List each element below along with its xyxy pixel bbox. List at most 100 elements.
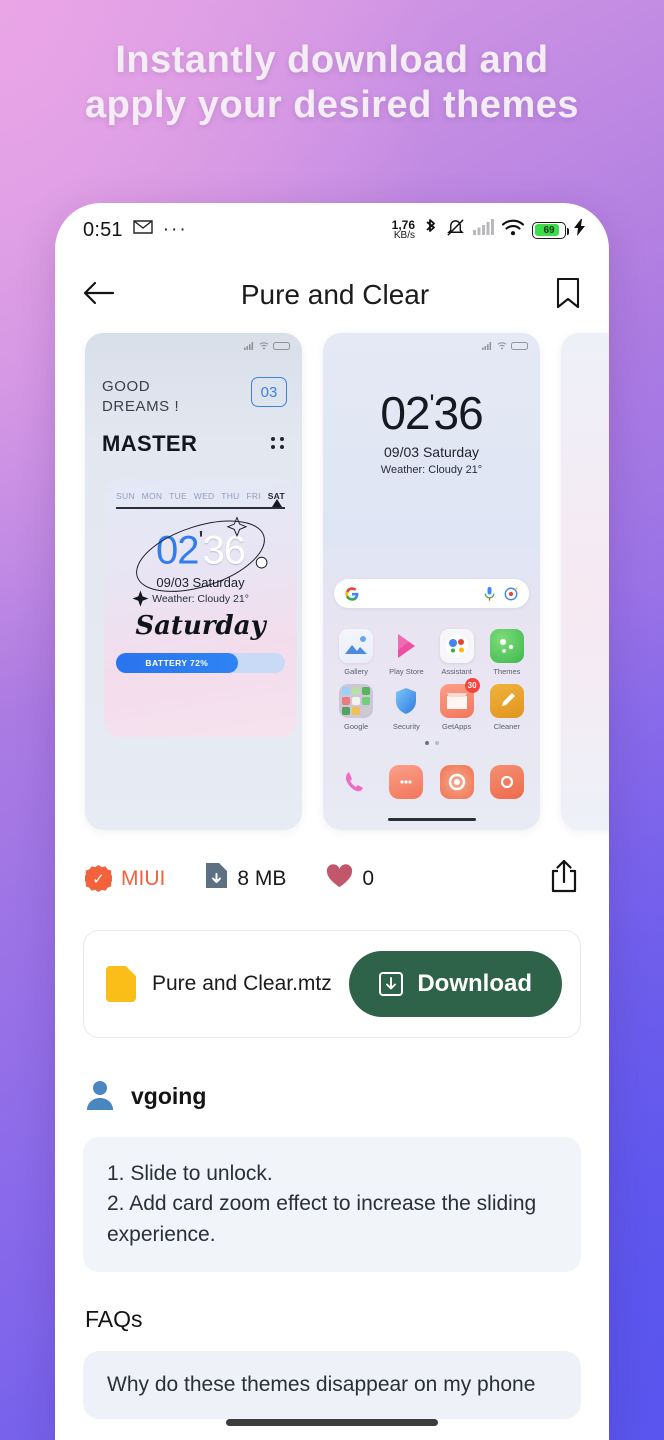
app-label: Google [344, 722, 369, 731]
likes-count: 0 [362, 866, 375, 890]
app-getapps[interactable]: 30 GetApps [432, 678, 482, 731]
system-gesture-bar [226, 1419, 438, 1426]
phone-mockup: 0:51 ··· 1,76 KB/s 69 Pure and Clear GOO… [55, 203, 609, 1440]
network-speed-indicator: 1,76 KB/s [392, 219, 415, 241]
status-time: 0:51 [83, 218, 123, 241]
page-dot-inactive [434, 741, 439, 745]
author-row[interactable]: vgoing [55, 1038, 609, 1115]
lockscreen-greeting: GOOD DREAMS ! [102, 377, 179, 418]
messages-icon[interactable] [389, 765, 424, 799]
page-title: Pure and Clear [240, 279, 430, 310]
greeting-line-2: DREAMS ! [102, 398, 180, 416]
cellular-signal-icon [473, 219, 494, 241]
home-page-indicator[interactable] [323, 741, 540, 745]
microphone-icon[interactable] [484, 586, 495, 601]
battery-icon: 69 [532, 221, 569, 239]
bluetooth-icon [423, 217, 438, 243]
phone-icon[interactable] [339, 765, 373, 799]
homescreen-date: 09/03 Saturday [384, 444, 479, 460]
heart-icon[interactable] [326, 863, 353, 894]
gmail-icon [133, 219, 153, 241]
weekday-thu: THU [221, 491, 240, 501]
description-line-2: 2. Add card zoom effect to increase the … [107, 1192, 537, 1246]
lockscreen-grid-dots-icon [271, 437, 285, 449]
gallery-icon [339, 629, 374, 663]
status-bar-right: 1,76 KB/s 69 [392, 217, 585, 243]
lockscreen-script-day: Saturday [135, 610, 266, 641]
app-label: GetApps [442, 722, 472, 731]
app-label: Cleaner [493, 722, 520, 731]
promo-line-2: apply your desired themes [85, 83, 579, 126]
wifi-icon [501, 219, 525, 242]
homescreen-weather: Weather: Cloudy 21° [380, 464, 483, 476]
network-speed-unit: KB/s [393, 230, 415, 241]
theme-description: 1. Slide to unlock. 2. Add card zoom eff… [83, 1137, 581, 1273]
battery-level: 69 [543, 224, 555, 236]
lockscreen-battery-bar: BATTERY 72% [116, 652, 285, 673]
lockscreen-weather: Weather: Cloudy 21° [152, 592, 249, 605]
preview-card-third[interactable]: Settings Share More No [561, 333, 609, 830]
homescreen-clock: 02'36 [323, 386, 540, 440]
download-arrow-icon [379, 972, 404, 996]
status-bar: 0:51 ··· 1,76 KB/s 69 [55, 203, 609, 257]
google-search-bar[interactable] [334, 579, 529, 608]
app-themes[interactable]: Themes [482, 629, 532, 676]
app-label: Gallery [344, 667, 368, 676]
app-security[interactable]: Security [381, 684, 431, 731]
app-cleaner[interactable]: Cleaner [482, 684, 532, 731]
faq-item[interactable]: Why do these themes disappear on my phon… [83, 1351, 581, 1420]
mini-status-bar [244, 342, 290, 350]
lockscreen-date: 09/03 Saturday [156, 574, 245, 590]
app-assistant[interactable]: Assistant [432, 629, 482, 676]
clock-minutes: 36 [202, 527, 245, 572]
weekday-fri: FRI [246, 491, 261, 501]
user-avatar-icon [85, 1078, 115, 1115]
home-app-grid: Gallery Play Store Assistant Themes Goog… [331, 629, 532, 731]
app-gallery[interactable]: Gallery [331, 629, 381, 676]
promo-headline: Instantly download and apply your desire… [0, 38, 664, 128]
camera-icon[interactable] [489, 765, 524, 799]
google-lens-icon[interactable] [504, 587, 518, 601]
mini-status-bar-2 [482, 342, 528, 350]
weekday-mon: MON [141, 491, 163, 501]
chrome-icon[interactable] [439, 765, 474, 799]
bookmark-icon[interactable] [555, 277, 581, 314]
back-arrow-icon[interactable] [83, 280, 115, 311]
weekday-marker-icon [272, 499, 282, 507]
google-folder-icon [339, 684, 374, 718]
google-logo-icon [345, 586, 359, 601]
getapps-icon: 30 [439, 678, 480, 718]
verified-badge-icon: ✓ [85, 865, 112, 892]
home-gesture-bar [387, 817, 476, 821]
share-icon[interactable] [549, 859, 579, 898]
assistant-icon [439, 629, 474, 663]
getapps-badge: 30 [464, 678, 480, 693]
mute-icon [446, 218, 465, 243]
preview-carousel[interactable]: GOOD DREAMS ! MASTER 03 SUN MON TUE WED … [55, 333, 609, 833]
file-size-label: 8 MB [237, 866, 287, 890]
promo-line-1: Instantly download and [115, 39, 549, 81]
cleaner-icon [489, 684, 524, 718]
preview-card-homescreen[interactable]: 02'36 09/03 Saturday Weather: Cloudy 21°… [323, 333, 540, 830]
preview-card-lockscreen[interactable]: GOOD DREAMS ! MASTER 03 SUN MON TUE WED … [85, 333, 302, 830]
app-google-folder[interactable]: Google [331, 684, 381, 731]
themes-icon [489, 629, 524, 663]
app-label: Play Store [389, 667, 424, 676]
charging-bolt-icon [574, 218, 585, 242]
file-size-item: 8 MB [205, 862, 286, 895]
weekday-divider [116, 499, 285, 509]
mini-battery-icon [273, 342, 290, 350]
lockscreen-clock: 02'36 [104, 525, 297, 573]
download-button[interactable]: Download [349, 951, 562, 1017]
weekday-strip: SUN MON TUE WED THU FRI SAT [104, 479, 297, 501]
overflow-dots-icon: ··· [162, 219, 188, 240]
lockscreen-battery-fill: BATTERY 72% [116, 652, 238, 673]
home-clock-hours: 02 [380, 387, 430, 439]
weekday-tue: TUE [169, 491, 187, 501]
likes-item[interactable]: 0 [326, 863, 375, 894]
app-label: Security [392, 722, 420, 731]
mini-battery-icon-2 [511, 342, 528, 350]
greeting-line-1: GOOD [102, 378, 151, 395]
app-play-store[interactable]: Play Store [381, 629, 431, 676]
lockscreen-clock-widget: SUN MON TUE WED THU FRI SAT 02'36 09/03 … [104, 479, 297, 737]
